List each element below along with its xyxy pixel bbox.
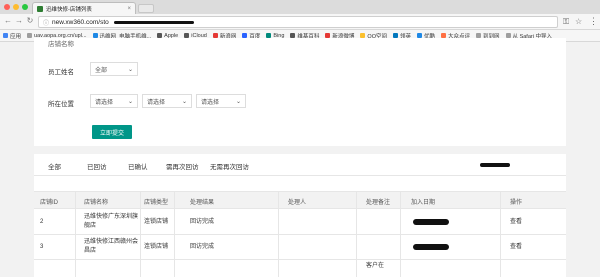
status-tab[interactable]: 无需再次回访 bbox=[210, 161, 249, 171]
view-link[interactable]: 查看 bbox=[510, 243, 566, 252]
column-divider bbox=[356, 191, 357, 277]
column-header: 店铺类型 bbox=[144, 200, 169, 206]
column-divider bbox=[400, 191, 401, 277]
url-redaction bbox=[113, 20, 194, 24]
new-tab-button[interactable] bbox=[138, 4, 154, 13]
employee-select[interactable]: 全部 ⌄ bbox=[90, 62, 138, 76]
bookmark-star-icon[interactable]: ☆ bbox=[575, 17, 582, 26]
table-header: 店铺ID 店铺名称 店铺类型 处理结果 处理人 处理备注 加入日期 操作 bbox=[34, 191, 566, 209]
cell-name: 迅维快修广东深圳旗舰店 bbox=[84, 214, 139, 229]
close-window-button[interactable] bbox=[4, 4, 10, 10]
browser-tab[interactable]: 迅维快修-店铺列表 × bbox=[32, 2, 136, 14]
info-icon: ⓘ bbox=[43, 20, 50, 27]
column-header: 操作 bbox=[510, 200, 523, 206]
redacted-date bbox=[413, 244, 449, 250]
column-header: 加入日期 bbox=[411, 200, 436, 206]
view-link[interactable]: 查看 bbox=[510, 218, 566, 227]
status-tab[interactable]: 需再次回访 bbox=[166, 161, 199, 171]
browser-tab-bar: 迅维快修-店铺列表 × bbox=[0, 0, 600, 14]
key-icon[interactable]: ⚿ bbox=[563, 17, 569, 27]
filter-panel: 店铺名称 员工姓名 全部 ⌄ 所在位置 请选择 ⌄ 请选择 ⌄ 请选择 ⌄ 立即… bbox=[34, 38, 566, 146]
city-select-value: 请选择 bbox=[147, 99, 166, 106]
column-divider bbox=[500, 191, 501, 277]
bookmark-label: 应用 bbox=[10, 33, 22, 40]
submit-button[interactable]: 立即提交 bbox=[92, 125, 132, 139]
tab-title: 迅维快修-店铺列表 bbox=[46, 6, 92, 13]
minimize-window-button[interactable] bbox=[13, 4, 19, 10]
bookmark-favicon-icon bbox=[27, 33, 33, 38]
column-divider bbox=[140, 191, 141, 277]
address-bar-row: ← → ↻ ⓘ new.xw360.com/sto ⚿ ☆ ⋮ bbox=[0, 14, 600, 30]
location-label: 所在位置 bbox=[48, 101, 74, 108]
column-divider bbox=[278, 191, 279, 277]
redaction-mark bbox=[480, 163, 510, 167]
column-header: 处理备注 bbox=[366, 200, 391, 206]
table-row: 2 迅维快修广东深圳旗舰店 连锁店铺 回访完成 查看 bbox=[34, 210, 566, 235]
column-header: 店铺ID bbox=[40, 200, 59, 206]
redacted-date bbox=[413, 219, 449, 225]
close-tab-icon[interactable]: × bbox=[127, 6, 131, 12]
menu-icon[interactable]: ⋮ bbox=[589, 16, 598, 27]
column-header: 处理人 bbox=[288, 200, 307, 206]
province-select[interactable]: 请选择 ⌄ bbox=[90, 94, 138, 108]
url-input[interactable]: ⓘ new.xw360.com/sto bbox=[38, 16, 558, 28]
chevron-down-icon: ⌄ bbox=[181, 99, 187, 105]
column-header: 店铺名称 bbox=[84, 200, 109, 206]
forward-icon[interactable]: → bbox=[14, 16, 24, 25]
table-row: 客户在 bbox=[34, 260, 566, 277]
maximize-window-button[interactable] bbox=[22, 4, 28, 10]
chevron-down-icon: ⌄ bbox=[235, 99, 241, 105]
column-header: 处理结果 bbox=[190, 200, 215, 206]
url-text: new.xw360.com/sto bbox=[52, 18, 109, 26]
district-select-value: 请选择 bbox=[201, 99, 220, 106]
city-select[interactable]: 请选择 ⌄ bbox=[142, 94, 192, 108]
page-content: 店铺名称 员工姓名 全部 ⌄ 所在位置 请选择 ⌄ 请选择 ⌄ 请选择 ⌄ 立即… bbox=[0, 38, 600, 277]
store-name-label: 店铺名称 bbox=[48, 41, 74, 48]
cell-result: 回访完成 bbox=[190, 219, 215, 225]
apps-icon bbox=[3, 33, 8, 38]
favicon-icon bbox=[37, 5, 43, 12]
cell-result: 回访完成 bbox=[190, 244, 215, 250]
status-tab[interactable]: 已确认 bbox=[128, 161, 148, 171]
employee-name-label: 员工姓名 bbox=[48, 69, 74, 76]
district-select[interactable]: 请选择 ⌄ bbox=[196, 94, 246, 108]
chevron-down-icon: ⌄ bbox=[127, 99, 133, 105]
status-tab[interactable]: 全部 bbox=[48, 161, 61, 171]
back-icon[interactable]: ← bbox=[3, 16, 13, 25]
chevron-down-icon: ⌄ bbox=[127, 67, 133, 73]
column-divider bbox=[174, 191, 175, 277]
column-divider bbox=[75, 191, 76, 277]
table-row: 3 迅维快修江西赣州会昌店 连锁店铺 回访完成 查看 bbox=[34, 235, 566, 260]
employee-select-value: 全部 bbox=[95, 67, 108, 74]
status-tab[interactable]: 已回访 bbox=[87, 161, 107, 171]
cell-note: 客户在 bbox=[366, 263, 385, 269]
results-panel: 全部 已回访 已确认 需再次回访 无需再次回访 店铺ID 店铺名称 店铺类型 处理结果 处理人 处… bbox=[34, 154, 566, 277]
cell-name: 迅维快修江西赣州会昌店 bbox=[84, 239, 139, 254]
province-select-value: 请选择 bbox=[95, 99, 114, 106]
reload-icon[interactable]: ↻ bbox=[25, 16, 35, 25]
bookmark-item[interactable]: 应用 bbox=[3, 32, 21, 40]
